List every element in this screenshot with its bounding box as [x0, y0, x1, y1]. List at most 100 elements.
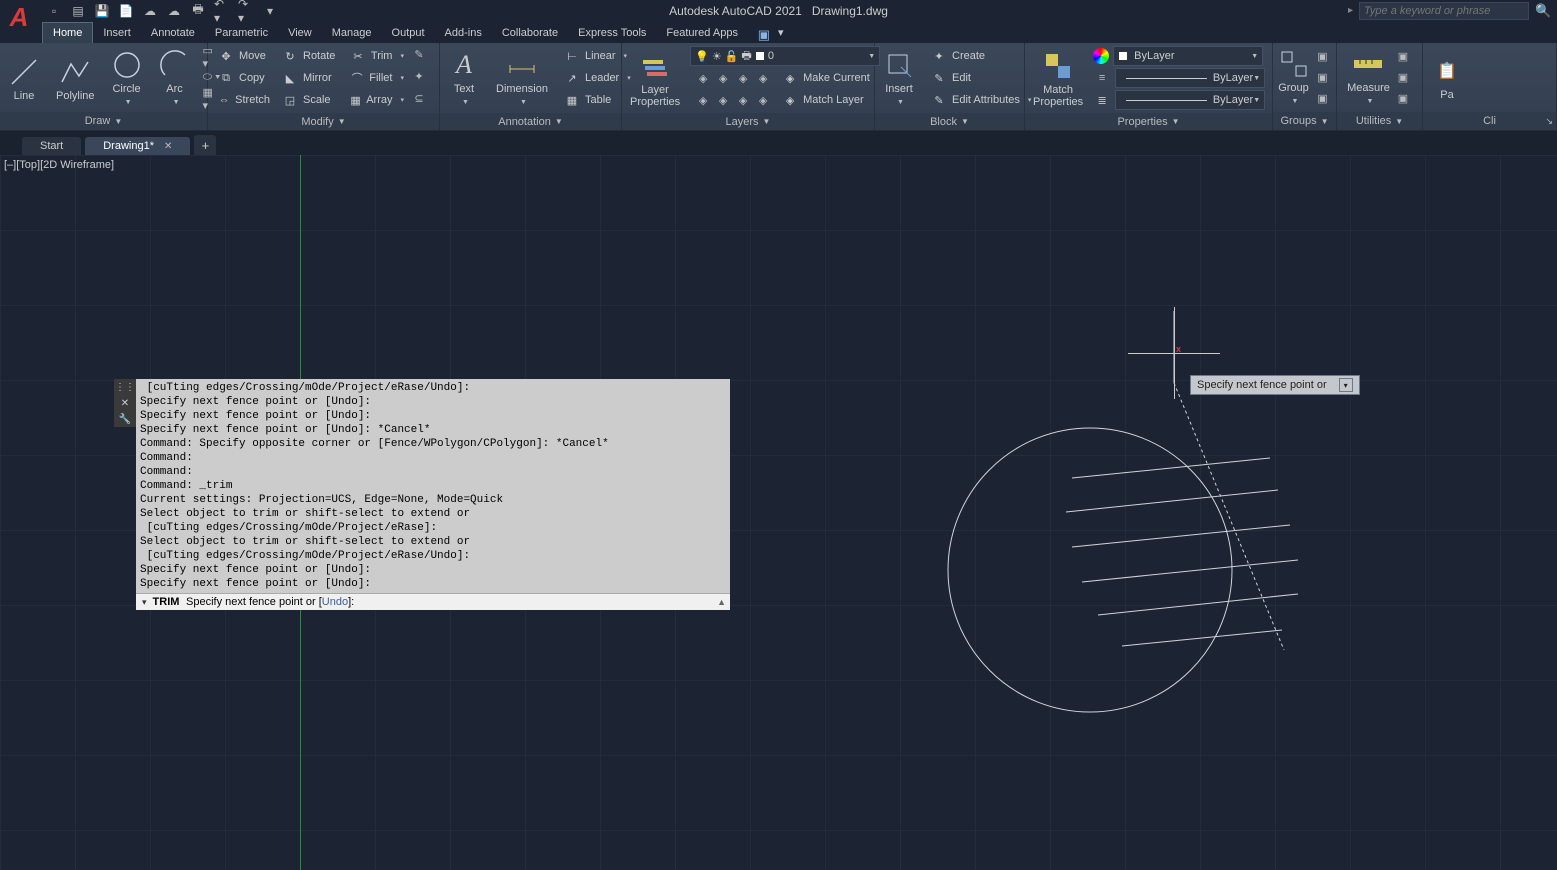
tab-expresstools[interactable]: Express Tools: [568, 23, 656, 43]
tab-featuredapps[interactable]: Featured Apps: [656, 23, 748, 43]
match-layer-button[interactable]: ◈Match Layer: [776, 89, 870, 111]
add-tab-button[interactable]: +: [194, 135, 216, 155]
doctab-start[interactable]: Start: [22, 137, 81, 155]
panel-block-label[interactable]: Block▼: [875, 113, 1024, 130]
tab-home[interactable]: Home: [42, 22, 93, 43]
open-icon[interactable]: ▤: [70, 3, 86, 19]
tab-minimize[interactable]: ▾: [772, 22, 790, 43]
dimension-button[interactable]: Dimension▼: [488, 44, 556, 113]
panel-groups-label[interactable]: Groups▼: [1273, 112, 1336, 130]
trim-button[interactable]: ✂Trim▾: [344, 45, 410, 67]
util-icon-1[interactable]: ▣: [1394, 48, 1412, 66]
cmd-recent-icon[interactable]: ▾: [142, 597, 147, 608]
group-icon-2[interactable]: ▣: [1314, 69, 1332, 87]
app-logo[interactable]: A: [2, 0, 36, 34]
tab-addins[interactable]: Add-ins: [435, 23, 492, 43]
tab-collaborate[interactable]: Collaborate: [492, 23, 568, 43]
util-icon-2[interactable]: ▣: [1394, 69, 1412, 87]
tab-parametric[interactable]: Parametric: [205, 23, 278, 43]
create-button[interactable]: ✦Create: [925, 45, 1037, 67]
tab-manage[interactable]: Manage: [322, 23, 382, 43]
layer-icon-4[interactable]: ◈: [754, 69, 772, 87]
make-current-button[interactable]: ◈Make Current: [776, 67, 876, 89]
lineweight-combo[interactable]: ByLayer▼: [1115, 68, 1265, 88]
panel-modify-label[interactable]: Modify▼: [208, 113, 439, 130]
layer-icon-2[interactable]: ◈: [714, 69, 732, 87]
arc-button[interactable]: Arc▼: [151, 43, 199, 112]
save-icon[interactable]: 💾: [94, 3, 110, 19]
layer-combo[interactable]: 💡☀🔓🖶0 ▼: [690, 46, 880, 66]
edit-block-button[interactable]: ✎Edit: [925, 67, 1037, 89]
command-line[interactable]: ▾ TRIM Specify next fence point or [Undo…: [136, 593, 730, 610]
plot-icon[interactable]: 🖶: [190, 3, 206, 19]
rotate-button[interactable]: ↻Rotate: [276, 45, 344, 67]
circle-button[interactable]: Circle▼: [103, 43, 151, 112]
tab-view[interactable]: View: [278, 23, 322, 43]
tab-annotate[interactable]: Annotate: [141, 23, 205, 43]
layer-icon-6[interactable]: ◈: [714, 91, 732, 109]
tab-insert[interactable]: Insert: [93, 23, 141, 43]
explode-icon[interactable]: ✦: [410, 67, 428, 85]
paste-button[interactable]: 📋 Pa: [1429, 43, 1465, 112]
cmd-handle-icon[interactable]: ⋮⋮: [114, 379, 136, 395]
edit-attrs-button[interactable]: ✎Edit Attributes▾: [925, 89, 1037, 111]
layer-icon-7[interactable]: ◈: [734, 91, 752, 109]
match-properties-button[interactable]: Match Properties: [1025, 44, 1091, 113]
text-button[interactable]: A Text▼: [440, 44, 488, 113]
measure-button[interactable]: Measure▼: [1345, 43, 1392, 112]
copy-button[interactable]: ⧉Copy: [212, 67, 276, 89]
saveas-icon[interactable]: 📄: [118, 3, 134, 19]
doctab-drawing1[interactable]: Drawing1*✕: [85, 137, 190, 155]
tab-output[interactable]: Output: [382, 23, 435, 43]
polyline-button[interactable]: Polyline: [48, 43, 103, 112]
group-icon-1[interactable]: ▣: [1314, 48, 1332, 66]
panel-draw-label[interactable]: Draw▼: [0, 112, 207, 130]
offset-icon[interactable]: ⊆: [410, 89, 428, 107]
linetype-combo[interactable]: ByLayer▼: [1115, 90, 1265, 110]
stretch-button[interactable]: ⇔Stretch: [212, 89, 276, 111]
scale-button[interactable]: ◲Scale: [276, 89, 344, 111]
linetype-icon[interactable]: ≣: [1093, 91, 1111, 109]
search-input[interactable]: [1359, 2, 1529, 20]
qat-more-icon[interactable]: ▾: [262, 3, 278, 19]
redo-icon[interactable]: ↷ ▾: [238, 3, 254, 19]
cmd-expand-icon[interactable]: ▲: [717, 597, 726, 607]
layer-icon-1[interactable]: ◈: [694, 69, 712, 87]
drawing-canvas[interactable]: [–][Top][2D Wireframe] // leave grid gen…: [0, 155, 1557, 870]
array-button[interactable]: ▦Array▾: [344, 89, 410, 111]
viewport-label[interactable]: [–][Top][2D Wireframe]: [4, 159, 114, 171]
color-wheel-icon[interactable]: [1093, 48, 1109, 64]
group-icon-3[interactable]: ▣: [1314, 90, 1332, 108]
erase-icon[interactable]: ✎: [410, 45, 428, 63]
cmd-close-icon[interactable]: ✕: [114, 395, 136, 411]
web-open-icon[interactable]: ☁: [142, 3, 158, 19]
cmd-settings-icon[interactable]: 🔧: [114, 411, 136, 427]
util-icon-3[interactable]: ▣: [1394, 90, 1412, 108]
panel-clipboard-label[interactable]: Cli: [1423, 112, 1556, 130]
help-icon[interactable]: ▣: [756, 27, 772, 43]
insert-button[interactable]: Insert▼: [875, 44, 923, 113]
move-button[interactable]: ✥Move: [212, 45, 276, 67]
search-icon[interactable]: 🔍: [1535, 3, 1551, 19]
undo-icon[interactable]: ↶ ▾: [214, 3, 230, 19]
fillet-button[interactable]: ⌒Fillet▾: [344, 67, 410, 89]
panel-layers-label[interactable]: Layers▼: [622, 113, 874, 130]
panel-utilities-label[interactable]: Utilities▼: [1337, 112, 1422, 130]
panel-properties-label[interactable]: Properties▼↘: [1025, 113, 1272, 130]
layer-properties-button[interactable]: Layer Properties: [622, 44, 688, 113]
mirror-button[interactable]: ◣Mirror: [276, 67, 344, 89]
group-button[interactable]: Group▼: [1276, 43, 1312, 112]
line-button[interactable]: Line: [0, 43, 48, 112]
new-icon[interactable]: ▫: [46, 3, 62, 19]
color-combo[interactable]: ByLayer▼: [1113, 46, 1263, 66]
close-icon[interactable]: ✕: [164, 141, 172, 152]
layer-icon-3[interactable]: ◈: [734, 69, 752, 87]
tooltip-option-icon[interactable]: ▾: [1339, 378, 1353, 392]
layer-icon-8[interactable]: ◈: [754, 91, 772, 109]
web-save-icon[interactable]: ☁: [166, 3, 182, 19]
panel-annotation-label[interactable]: Annotation▼: [440, 113, 621, 130]
lineweight-icon[interactable]: ≡: [1093, 69, 1111, 87]
command-window[interactable]: ⋮⋮ ✕ 🔧 [cuTting edges/Crossing/mOde/Proj…: [136, 379, 730, 610]
layer-icon-5[interactable]: ◈: [694, 91, 712, 109]
command-history[interactable]: [cuTting edges/Crossing/mOde/Project/eRa…: [136, 379, 730, 593]
